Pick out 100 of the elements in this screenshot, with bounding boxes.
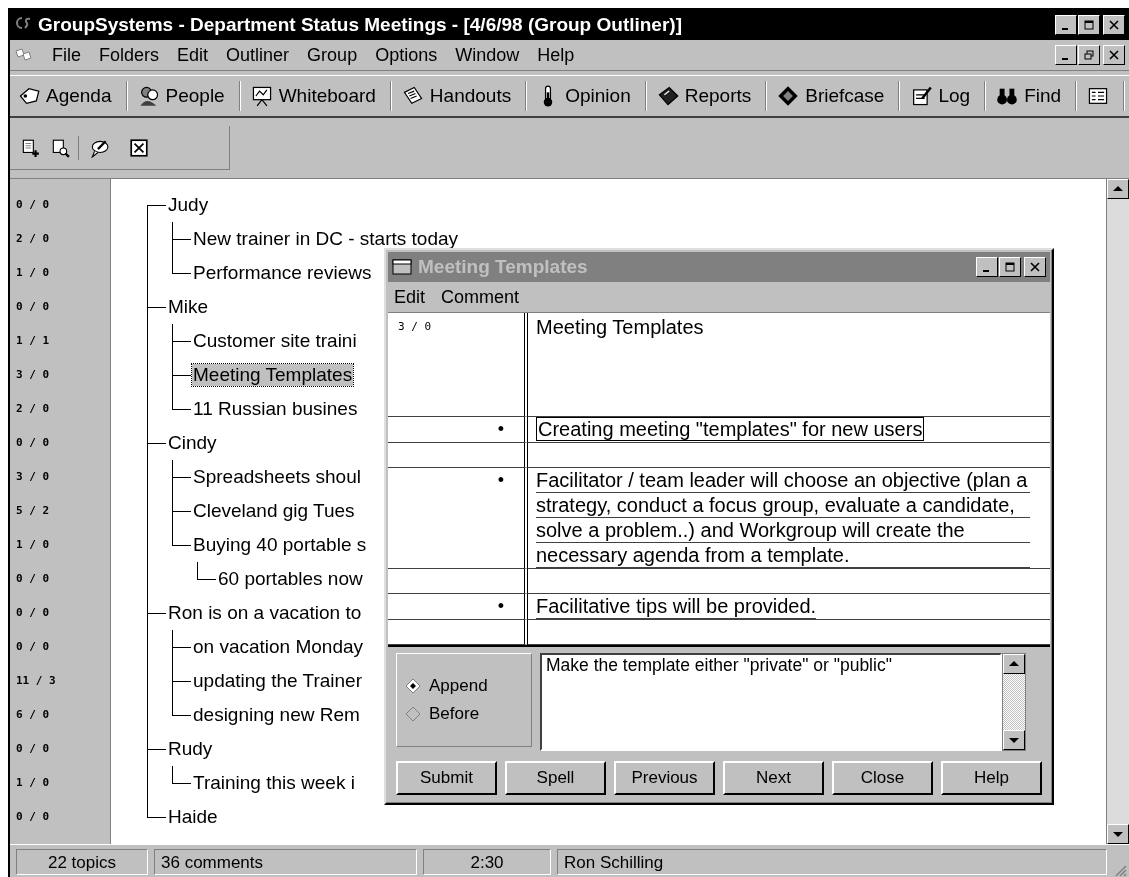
comment-count: 1 / 0 (15, 265, 51, 281)
outline-item[interactable]: Spreadsheets shoul (192, 466, 362, 488)
comment-count: 1 / 1 (15, 333, 51, 349)
outline-item[interactable]: 60 portables now (217, 568, 364, 590)
comment-count: 2 / 0 (15, 231, 51, 247)
close-button[interactable] (1103, 15, 1125, 35)
menu-item[interactable]: Window (455, 44, 520, 66)
tree-line (172, 630, 192, 664)
outline-item[interactable]: designing new Rem (192, 704, 361, 726)
topic-title: Meeting Templates (528, 313, 1050, 417)
outline-item[interactable]: updating the Trainer (192, 670, 363, 692)
notepad-icon (910, 85, 933, 107)
minimize-icon (1062, 58, 1068, 60)
comment-count: 3 / 0 (388, 313, 528, 417)
comment-count: 2 / 0 (15, 401, 51, 417)
minimize-button[interactable] (976, 257, 998, 277)
tree-line (172, 494, 192, 528)
toolbar-button[interactable]: Opinion (533, 81, 646, 111)
comment-count: 0 / 0 (15, 741, 51, 757)
close-icon[interactable] (129, 137, 149, 158)
toolbar-button[interactable]: Handouts (397, 81, 527, 111)
tree-line (147, 290, 167, 324)
close-button[interactable] (1024, 257, 1046, 277)
menu-item[interactable]: Group (307, 44, 358, 66)
radio-option[interactable]: Append (405, 676, 531, 696)
outline-item[interactable]: Cleveland gig Tues (192, 500, 356, 522)
book-icon (656, 85, 679, 107)
scroll-bar[interactable] (1002, 653, 1026, 751)
close-icon (1109, 50, 1119, 60)
toolbar-button[interactable]: Whiteboard (246, 81, 391, 111)
maximize-button[interactable] (1078, 15, 1100, 35)
tree-line (147, 426, 167, 460)
window-menu-icon[interactable] (392, 259, 412, 275)
tree-line (147, 732, 167, 766)
outline-item[interactable]: Mike (167, 296, 210, 318)
comment-count: 0 / 0 (15, 197, 51, 213)
toolbar-button[interactable]: Reports (652, 81, 767, 111)
tree-line (172, 460, 192, 494)
outline-item[interactable]: Meeting Templates (192, 364, 354, 386)
outline-item[interactable]: 11 Russian busines (192, 398, 359, 420)
outline-item[interactable]: Customer site traini (192, 330, 358, 352)
menu-item[interactable]: Help (537, 44, 575, 66)
resize-grip-icon[interactable] (1113, 863, 1127, 877)
status-field: Ron Schilling (557, 849, 1107, 875)
app-logo-icon (14, 14, 32, 31)
comment-count: 3 / 0 (15, 469, 51, 485)
dialog-button[interactable]: Previous (614, 761, 715, 795)
dialog-button[interactable]: Help (941, 761, 1042, 795)
outline-item[interactable]: Haide (167, 806, 219, 828)
minimize-icon (1062, 28, 1068, 30)
menu-item[interactable]: Outliner (226, 44, 290, 66)
outline-item[interactable]: Training this week i (192, 772, 356, 794)
outline-item[interactable]: Cindy (167, 432, 218, 454)
toolbar-button[interactable]: Briefcase (773, 81, 900, 111)
dialog-button[interactable]: Next (723, 761, 824, 795)
add-page-icon[interactable] (20, 137, 40, 158)
page-search-icon[interactable] (50, 137, 70, 158)
close-icon (1030, 262, 1040, 272)
dialog-button[interactable]: Close (832, 761, 933, 795)
dialog-button[interactable]: Submit (396, 761, 497, 795)
menu-item[interactable]: Edit (177, 44, 209, 66)
dialog-title: Meeting Templates (418, 256, 589, 278)
comment-count: 1 / 0 (15, 537, 51, 553)
toolbar-button[interactable]: People (133, 81, 240, 111)
toolbar-button[interactable]: Log (906, 81, 986, 111)
minimize-button[interactable] (1055, 15, 1077, 35)
toolbar-button[interactable]: Agenda (14, 81, 127, 111)
outline-item[interactable]: Rudy (167, 738, 214, 760)
outline-item[interactable]: Ron is on a vacation to (167, 602, 363, 624)
radio-diamond[interactable] (405, 706, 421, 722)
toolbar-button[interactable]: Find (992, 81, 1077, 111)
dialog-button[interactable]: Spell (505, 761, 606, 795)
outline-item[interactable]: Performance reviews (192, 262, 373, 284)
minimize-button[interactable] (1055, 45, 1077, 65)
bullet: • (497, 469, 504, 492)
scroll-bar[interactable] (1106, 179, 1129, 844)
restore-button[interactable] (1078, 45, 1100, 65)
maximize-button[interactable] (999, 257, 1021, 277)
menu-item[interactable]: Comment (441, 286, 520, 308)
maximize-icon (1084, 20, 1094, 30)
outline-item[interactable]: New trainer in DC - starts today (192, 228, 460, 250)
comment-count: 0 / 0 (15, 571, 51, 587)
comment-count: 1 / 0 (15, 775, 51, 791)
close-button[interactable] (1103, 45, 1125, 65)
comment-field[interactable]: Make the template either "private" or "public" (540, 653, 1002, 751)
restore-icon (1084, 50, 1094, 60)
menu-item[interactable]: Options (375, 44, 438, 66)
outline-item[interactable]: on vacation Monday (192, 636, 365, 658)
outline-item[interactable]: Judy (167, 194, 210, 216)
menu-item[interactable]: File (52, 44, 81, 66)
radio-option[interactable]: Before (405, 704, 531, 724)
tree-line (172, 358, 192, 392)
outline-item[interactable]: Buying 40 portable s (192, 534, 368, 556)
menu-item[interactable]: Folders (99, 44, 160, 66)
menu-item[interactable]: Edit (394, 286, 426, 308)
comment-count: 6 / 0 (15, 707, 51, 723)
radio-diamond[interactable] (405, 678, 421, 694)
comment-text[interactable]: Creating meeting "templates" for new users (536, 417, 925, 441)
tree-line (172, 222, 192, 256)
maximize-icon (1005, 262, 1015, 272)
